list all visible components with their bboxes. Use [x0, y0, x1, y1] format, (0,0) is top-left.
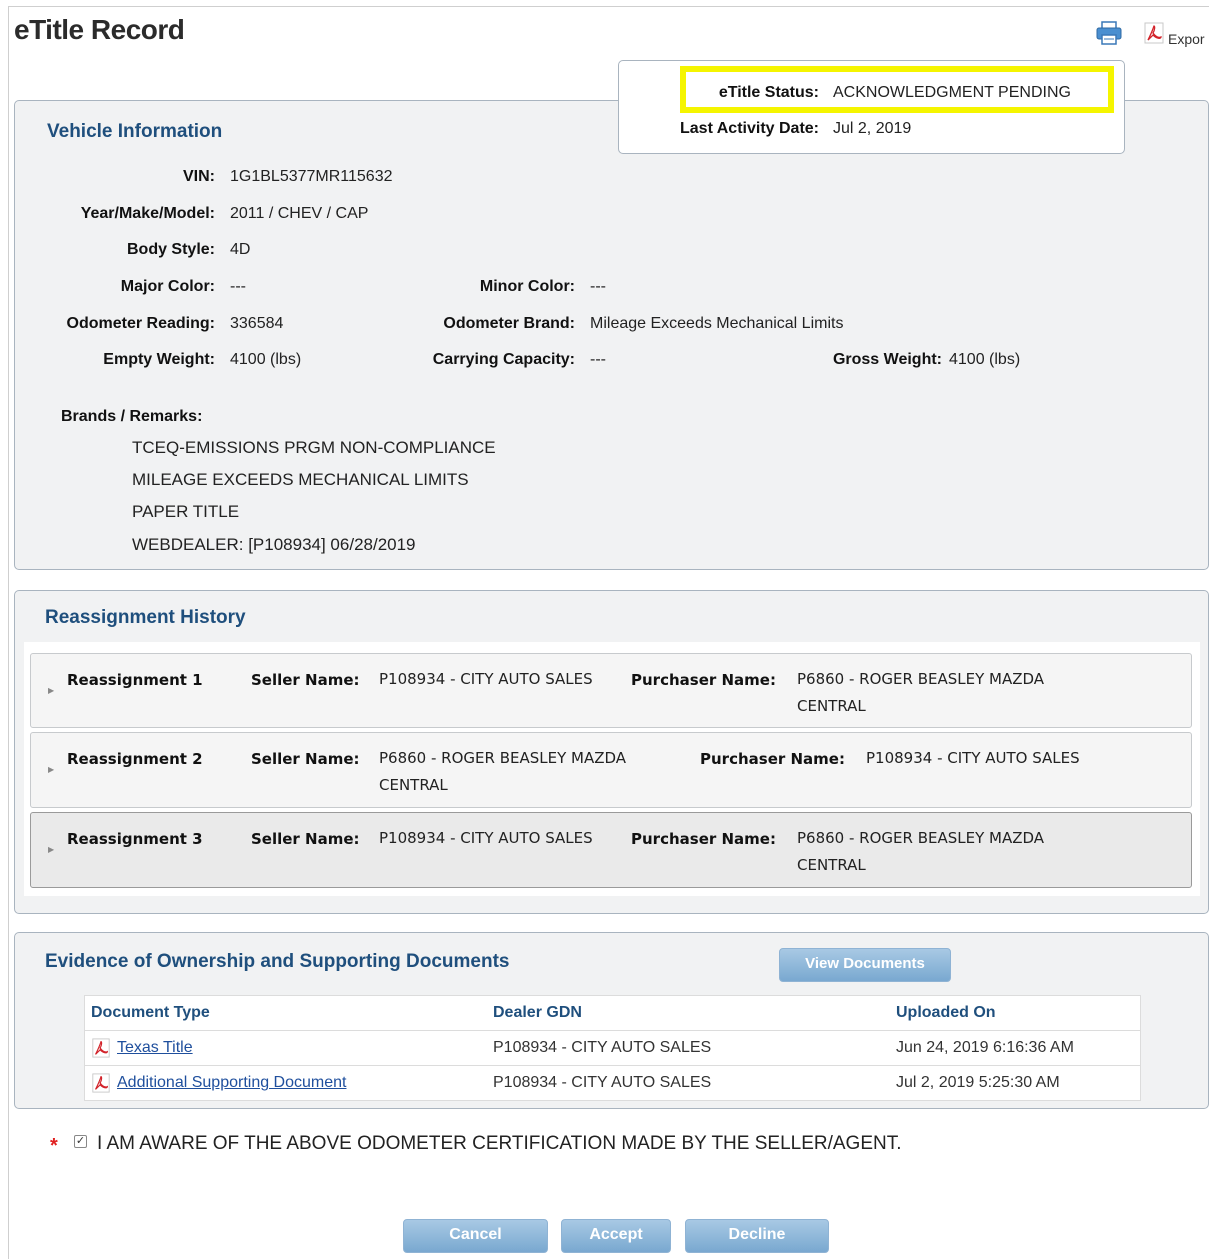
column-header: Uploaded On	[890, 995, 1141, 1031]
purchaser-name-label: Purchaser Name:	[631, 671, 776, 689]
pdf-icon[interactable]	[1144, 22, 1164, 44]
odometer-value: 336584	[230, 315, 284, 332]
reassignment-title-label: Reassignment 3	[67, 830, 203, 848]
seller-name-label: Seller Name:	[251, 671, 360, 689]
gross-weight-label: Gross Weight:	[832, 351, 942, 368]
ymm-label: Year/Make/Model:	[80, 205, 215, 222]
reassignment-title-label: Reassignment 1	[67, 671, 203, 689]
seller-name-value: P108934 - CITY AUTO SALES	[379, 670, 593, 688]
vehicle-info-title: Vehicle Information	[47, 121, 223, 142]
dealer-gdn-cell: P108934 - CITY AUTO SALES	[487, 1030, 890, 1066]
table-row: Additional Supporting Document P108934 -…	[84, 1065, 1141, 1101]
page-title: eTitle Record	[14, 14, 185, 45]
triangle-right-icon[interactable]: ▶	[48, 765, 54, 774]
last-activity-value: Jul 2, 2019	[833, 120, 912, 137]
carrying-capacity-value: ---	[590, 351, 606, 368]
major-color-value: ---	[230, 278, 246, 295]
dealer-gdn-cell: P108934 - CITY AUTO SALES	[487, 1065, 890, 1101]
column-header: Document Type	[84, 995, 487, 1031]
empty-weight-label: Empty Weight:	[103, 351, 215, 368]
accept-button[interactable]: Accept	[561, 1219, 671, 1253]
reassignment-title: Reassignment History	[45, 607, 246, 628]
export-link[interactable]: Expor	[1168, 31, 1205, 47]
odometer-certification-checkbox[interactable]: ✓	[74, 1135, 87, 1148]
uploaded-on-cell: Jun 24, 2019 6:16:36 AM	[890, 1030, 1141, 1066]
minor-color-value: ---	[590, 278, 606, 295]
last-activity-label: Last Activity Date:	[680, 120, 819, 137]
odometer-certification-text: I AM AWARE OF THE ABOVE ODOMETER CERTIFI…	[97, 1133, 902, 1154]
remark-line: WEBDEALER: [P108934] 06/28/2019	[132, 535, 416, 554]
table-header-row: Document Type Dealer GDN Uploaded On	[84, 995, 1141, 1031]
purchaser-name-value: P108934 - CITY AUTO SALES	[866, 749, 1080, 767]
decline-button[interactable]: Decline	[685, 1219, 829, 1253]
remark-line: TCEQ-EMISSIONS PRGM NON-COMPLIANCE	[132, 438, 496, 457]
seller-name-value: P6860 - ROGER BEASLEY MAZDA CENTRAL	[379, 749, 627, 794]
table-row: Texas Title P108934 - CITY AUTO SALES Ju…	[84, 1030, 1141, 1066]
odometer-brand-value: Mileage Exceeds Mechanical Limits	[590, 315, 844, 332]
vehicle-info-panel: Vehicle Information VIN: 1G1BL5377MR1156…	[14, 100, 1209, 570]
document-type-cell: Additional Supporting Document	[84, 1065, 487, 1101]
carrying-capacity-label: Carrying Capacity:	[432, 351, 575, 368]
triangle-right-icon[interactable]: ▶	[48, 686, 54, 695]
reassignment-row[interactable]: ▶ Reassignment 3 Seller Name: P108934 - …	[30, 812, 1192, 888]
purchaser-name-label: Purchaser Name:	[631, 830, 776, 848]
odometer-brand-label: Odometer Brand:	[443, 315, 575, 332]
status-box: eTitle Status: ACKNOWLEDGMENT PENDING La…	[618, 60, 1125, 154]
pdf-icon	[92, 1073, 110, 1093]
document-type-cell: Texas Title	[84, 1030, 487, 1066]
vin-label: VIN:	[183, 168, 215, 185]
document-link[interactable]: Texas Title	[117, 1039, 193, 1056]
pdf-icon	[92, 1038, 110, 1058]
major-color-label: Major Color:	[120, 278, 215, 295]
view-documents-button[interactable]: View Documents	[779, 948, 951, 982]
purchaser-name-label: Purchaser Name:	[700, 750, 845, 768]
required-marker: *	[50, 1135, 58, 1157]
printer-icon[interactable]	[1096, 21, 1122, 45]
etitle-status-label: eTitle Status:	[718, 84, 819, 101]
reassignment-row[interactable]: ▶ Reassignment 1 Seller Name: P108934 - …	[30, 653, 1192, 728]
gross-weight-value: 4100 (lbs)	[949, 351, 1021, 368]
document-link[interactable]: Additional Supporting Document	[117, 1074, 346, 1091]
body-style-label: Body Style:	[126, 241, 215, 258]
brands-remarks-label: Brands / Remarks:	[61, 408, 203, 425]
seller-name-label: Seller Name:	[251, 750, 360, 768]
ymm-value: 2011 / CHEV / CAP	[230, 205, 369, 222]
body-style-value: 4D	[230, 241, 251, 258]
odometer-label: Odometer Reading:	[66, 315, 215, 332]
reassignment-list: ▶ Reassignment 1 Seller Name: P108934 - …	[24, 642, 1200, 896]
remark-line: PAPER TITLE	[132, 502, 240, 521]
reassignment-title-label: Reassignment 2	[67, 750, 203, 768]
documents-table: Document Type Dealer GDN Uploaded On Tex…	[84, 995, 1141, 1101]
cancel-button[interactable]: Cancel	[403, 1219, 548, 1253]
purchaser-name-value: P6860 - ROGER BEASLEY MAZDA CENTRAL	[797, 670, 1045, 715]
purchaser-name-value: P6860 - ROGER BEASLEY MAZDA CENTRAL	[797, 829, 1045, 874]
seller-name-value: P108934 - CITY AUTO SALES	[379, 829, 593, 847]
minor-color-label: Minor Color:	[479, 278, 575, 295]
empty-weight-value: 4100 (lbs)	[230, 351, 302, 368]
seller-name-label: Seller Name:	[251, 830, 360, 848]
etitle-status-value: ACKNOWLEDGMENT PENDING	[833, 84, 1071, 101]
triangle-right-icon[interactable]: ▶	[48, 845, 54, 854]
remark-line: MILEAGE EXCEEDS MECHANICAL LIMITS	[132, 470, 469, 489]
uploaded-on-cell: Jul 2, 2019 5:25:30 AM	[890, 1065, 1141, 1101]
column-header: Dealer GDN	[487, 995, 890, 1031]
reassignment-row[interactable]: ▶ Reassignment 2 Seller Name: P6860 - RO…	[30, 732, 1192, 808]
vin-value: 1G1BL5377MR115632	[230, 168, 393, 185]
documents-title: Evidence of Ownership and Supporting Doc…	[45, 951, 510, 972]
